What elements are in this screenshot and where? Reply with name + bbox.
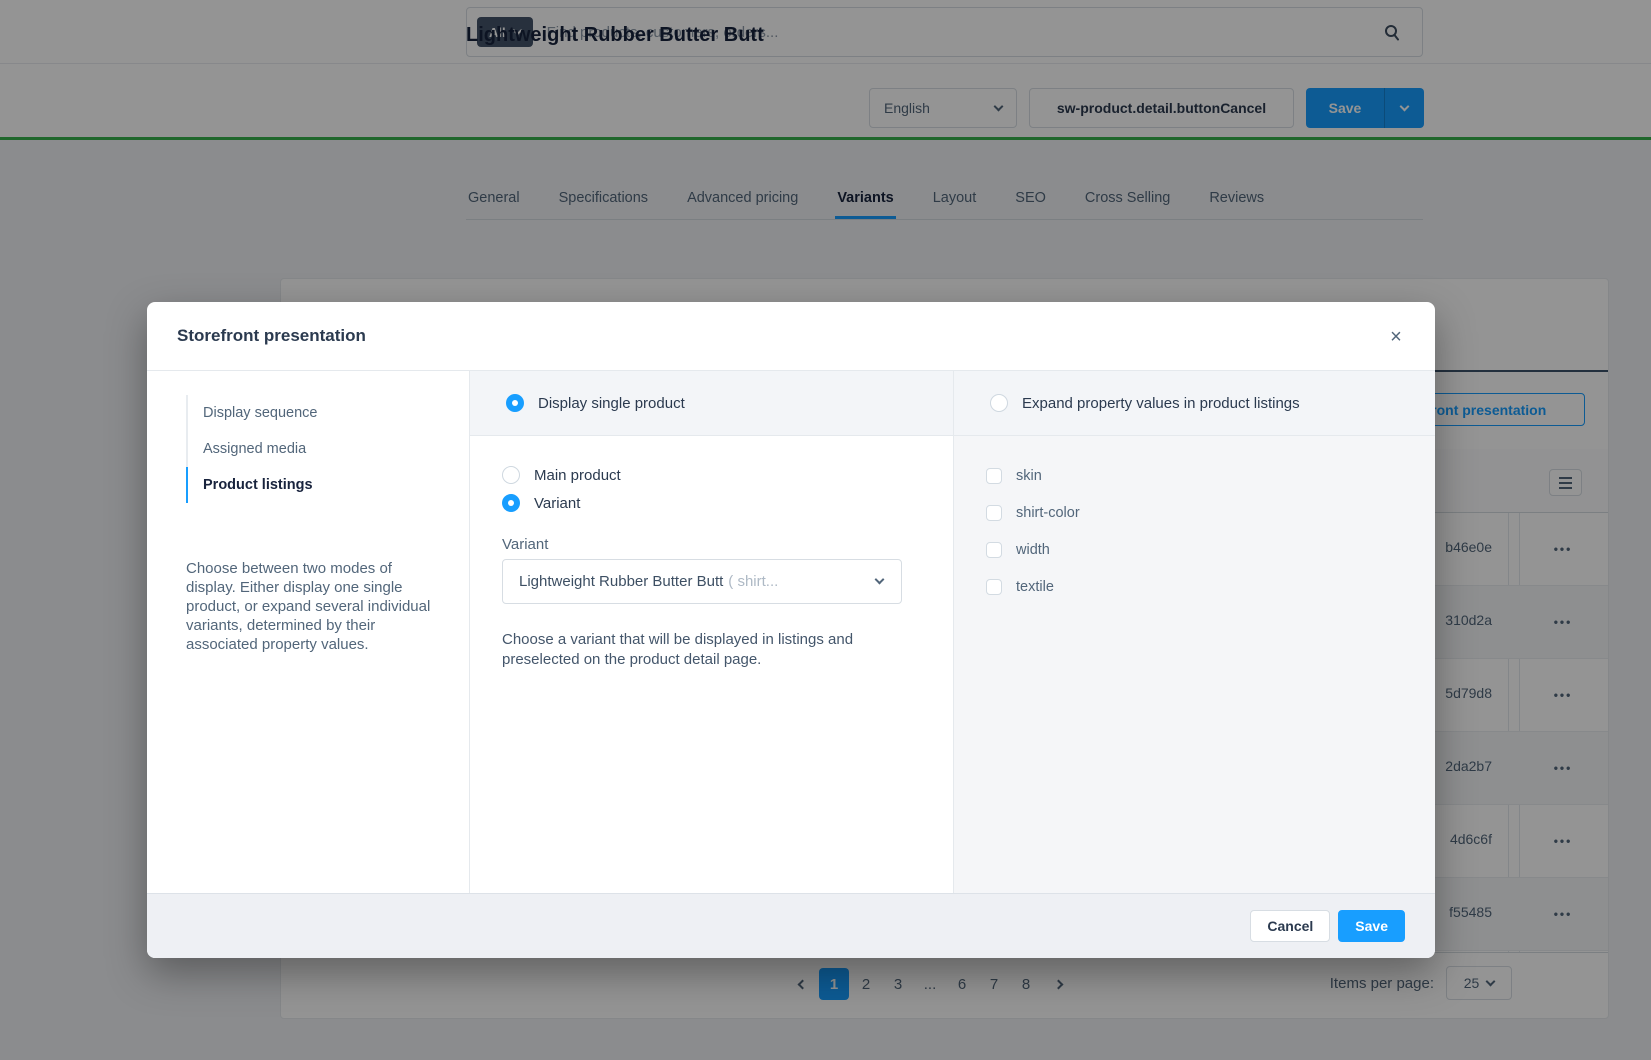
property-label: shirt-color [1016, 505, 1080, 521]
screen: All Find products, customers, orders... … [0, 0, 1651, 1060]
property-option-skin[interactable]: skin [986, 468, 1405, 484]
checkbox-icon[interactable] [986, 468, 1002, 484]
radio-icon[interactable] [506, 394, 524, 412]
checkbox-icon[interactable] [986, 579, 1002, 595]
sidebar-item-assigned-media[interactable]: Assigned media [188, 431, 439, 467]
modal-footer: Cancel Save [147, 893, 1435, 958]
sidebar-item-product-listings[interactable]: Product listings [186, 467, 439, 503]
single-product-body: Main product Variant Variant Lightweight… [470, 436, 953, 669]
variant-field-label: Variant [502, 536, 913, 553]
modal-title: Storefront presentation [177, 326, 366, 346]
checkbox-icon[interactable] [986, 542, 1002, 558]
storefront-presentation-modal: Storefront presentation × Display sequen… [147, 302, 1435, 958]
expand-properties-column: Expand property values in product listin… [954, 371, 1435, 893]
variant-helper-text: Choose a variant that will be displayed … [502, 630, 892, 669]
chevron-down-icon [875, 575, 885, 585]
property-label: textile [1016, 579, 1054, 595]
properties-list: skin shirt-color width textile [954, 436, 1435, 616]
property-option-shirt-color[interactable]: shirt-color [986, 505, 1405, 521]
property-label: skin [1016, 468, 1042, 484]
radio-icon[interactable] [502, 466, 520, 484]
property-option-textile[interactable]: textile [986, 579, 1405, 595]
single-product-column: Display single product Main product Vari… [470, 371, 954, 893]
variant-select-value: Lightweight Rubber Butter Butt [519, 573, 723, 590]
main-product-label: Main product [534, 467, 621, 484]
sidebar-item-display-sequence[interactable]: Display sequence [188, 395, 439, 431]
checkbox-icon[interactable] [986, 505, 1002, 521]
property-label: width [1016, 542, 1050, 558]
main-product-option[interactable]: Main product [502, 466, 913, 484]
modal-cancel-button[interactable]: Cancel [1250, 910, 1330, 942]
variant-select-value-suffix: ( shirt... [728, 573, 778, 590]
display-single-product-label: Display single product [538, 395, 685, 412]
mode-description: Choose between two modes of display. Eit… [186, 559, 442, 654]
expand-property-values-option[interactable]: Expand property values in product listin… [954, 371, 1435, 436]
modal-body: Display sequence Assigned media Product … [147, 371, 1435, 893]
modal-header: Storefront presentation × [147, 302, 1435, 371]
modal-save-button[interactable]: Save [1338, 910, 1405, 942]
expand-property-values-label: Expand property values in product listin… [1022, 395, 1300, 412]
display-single-product-option[interactable]: Display single product [470, 371, 953, 436]
radio-icon[interactable] [502, 494, 520, 512]
close-icon[interactable]: × [1381, 322, 1411, 352]
modal-sidebar: Display sequence Assigned media Product … [147, 371, 470, 893]
variant-option-label: Variant [534, 495, 580, 512]
radio-icon[interactable] [990, 394, 1008, 412]
variant-select[interactable]: Lightweight Rubber Butter Butt ( shirt..… [502, 559, 902, 604]
property-option-width[interactable]: width [986, 542, 1405, 558]
modal-nav: Display sequence Assigned media Product … [186, 395, 439, 503]
variant-option[interactable]: Variant [502, 494, 913, 512]
